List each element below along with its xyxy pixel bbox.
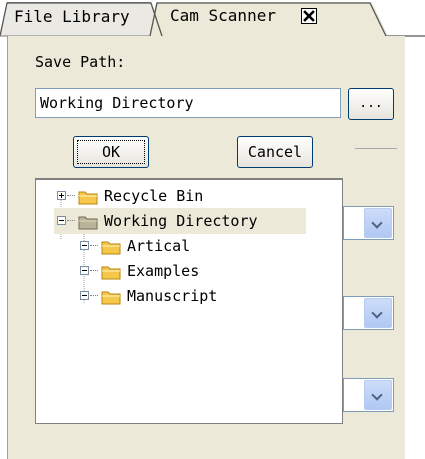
popup-button-bar: OK Cancel [35, 126, 343, 178]
tree-connector [90, 295, 98, 297]
tree-connector [67, 195, 75, 197]
close-icon[interactable] [301, 8, 317, 24]
divider [355, 148, 397, 149]
collapse-icon[interactable] [80, 266, 89, 275]
save-path-input[interactable] [35, 88, 341, 118]
tab-outline [0, 2, 425, 37]
tree-connector [90, 245, 98, 247]
tree-item-label: Manuscript [127, 287, 218, 305]
collapse-icon[interactable] [57, 216, 66, 225]
combo-box-3[interactable] [343, 378, 394, 412]
tree-item-manuscript[interactable]: Manuscript [77, 283, 277, 309]
tree-item-label: Working Directory [104, 212, 258, 230]
expand-icon[interactable] [57, 191, 66, 200]
tree-connector [67, 220, 75, 222]
browse-button[interactable]: ... [348, 88, 394, 120]
tree-item-label: Recycle Bin [104, 187, 204, 205]
combo-box-2[interactable] [343, 296, 394, 330]
save-path-label: Save Path: [35, 53, 126, 71]
collapse-icon[interactable] [80, 291, 89, 300]
chevron-down-icon[interactable] [364, 298, 392, 328]
chevron-down-icon[interactable] [364, 380, 392, 410]
tree-item-working-directory[interactable]: Working Directory [54, 208, 306, 234]
cancel-button[interactable]: Cancel [237, 136, 313, 168]
tree-item-examples[interactable]: Examples [77, 258, 277, 284]
tree-item-label: Artical [127, 237, 191, 255]
collapse-icon[interactable] [80, 241, 89, 250]
tab-strip: File Library Cam Scanner [0, 0, 425, 37]
combo-box-1[interactable] [343, 206, 394, 240]
chevron-down-icon[interactable] [364, 208, 392, 238]
tree-item-artical[interactable]: Artical [77, 233, 277, 259]
folder-tree: Recycle Bin Working Directory Artical Ex… [35, 178, 343, 424]
tree-item-label: Examples [127, 262, 200, 280]
tree-item-recycle-bin[interactable]: Recycle Bin [54, 183, 254, 209]
tree-connector [90, 270, 98, 272]
folder-icon [101, 287, 121, 313]
ok-button[interactable]: OK [73, 136, 149, 168]
